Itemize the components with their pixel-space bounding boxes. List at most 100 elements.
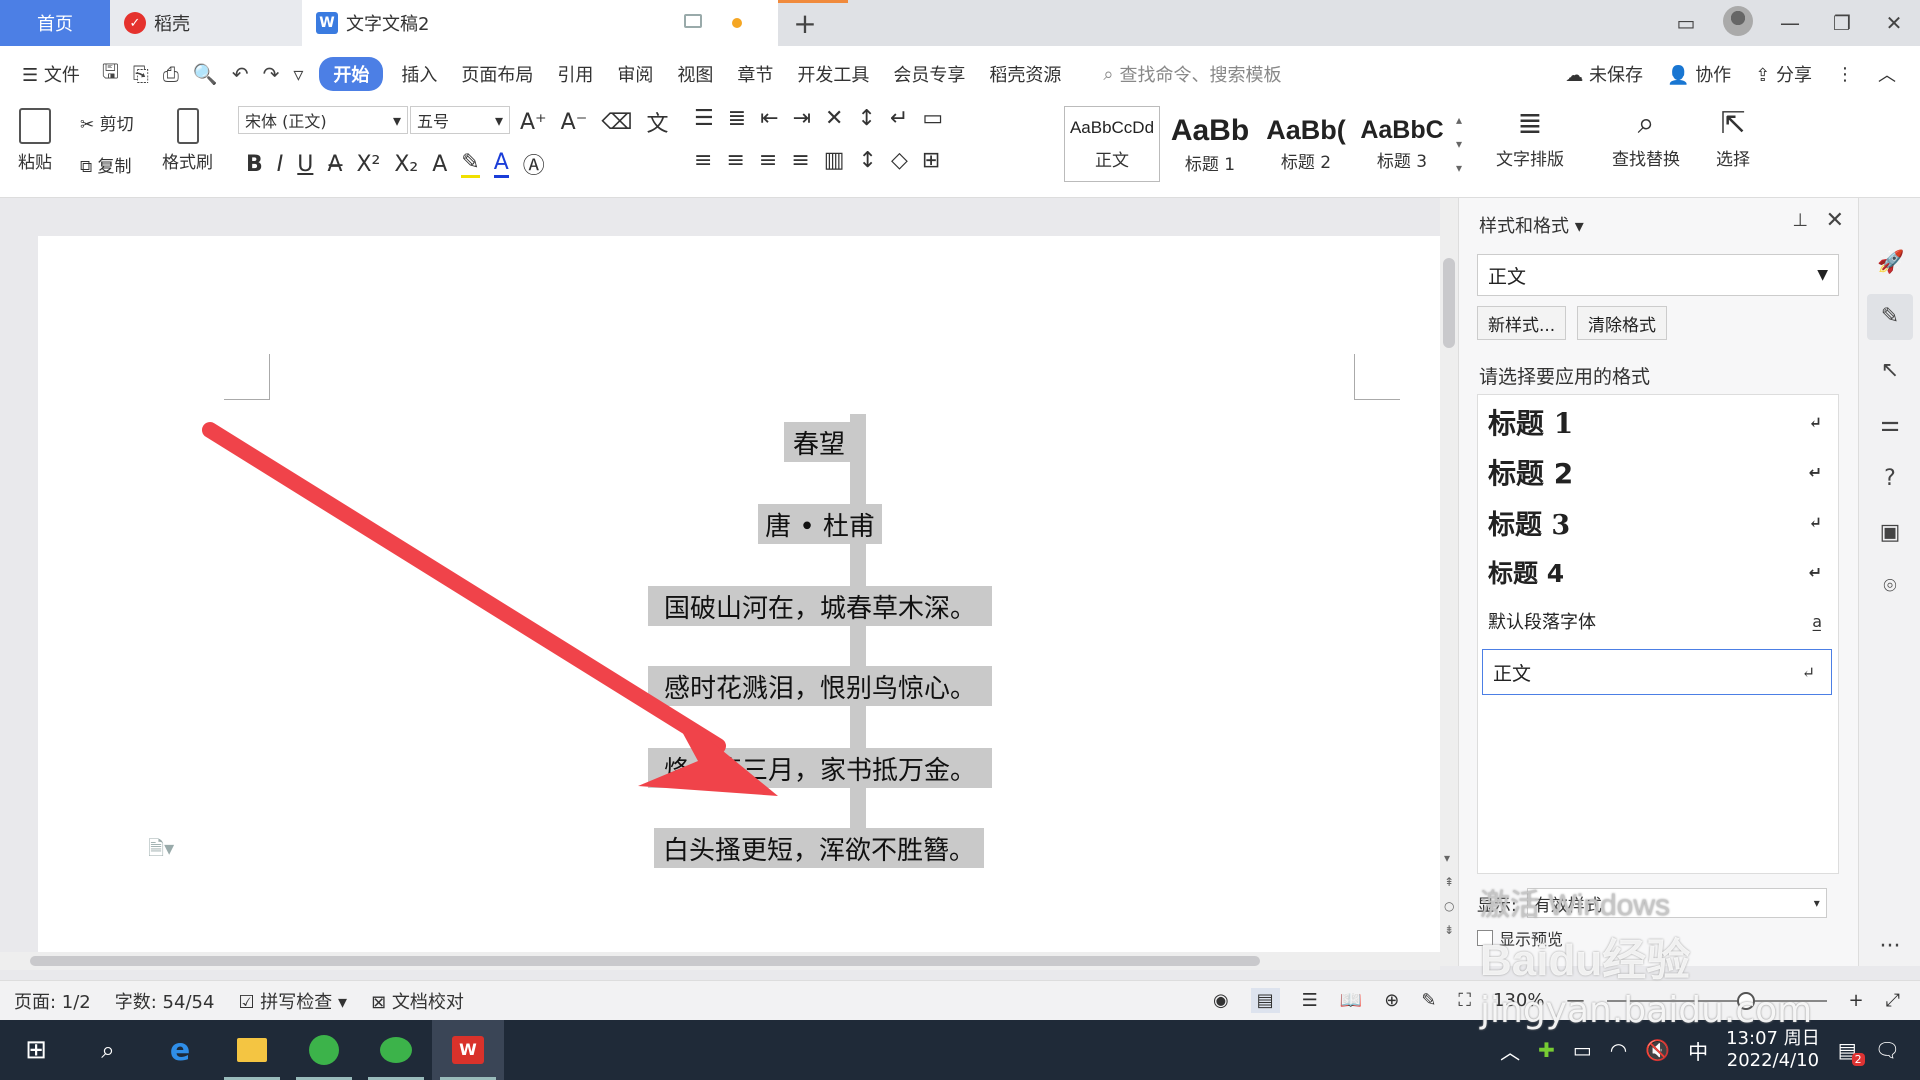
shading-icon[interactable]: ◇ [891, 148, 908, 173]
format-painter-button[interactable]: 格式刷 [162, 108, 213, 173]
taskbar-wps[interactable]: W [432, 1020, 504, 1080]
eye-protection-icon[interactable]: ◉ [1213, 990, 1229, 1011]
style-heading-2[interactable]: AaBb( 标题 2 [1258, 106, 1354, 182]
style-item-normal[interactable]: 正文 ↵ [1482, 649, 1832, 695]
spell-check-button[interactable]: ☑ 拼写检查 ▾ [238, 988, 347, 1014]
cut-button[interactable]: ✂ 剪切 [80, 110, 134, 135]
font-size-select[interactable]: 五号 ▾ [410, 106, 510, 134]
line-spacing-icon[interactable]: ↕ [859, 148, 877, 173]
tab-document[interactable]: W 文字文稿2 [302, 0, 778, 46]
panel-title[interactable]: 样式和格式 ▾ [1479, 212, 1584, 238]
collab-button[interactable]: 👤 协作 [1667, 61, 1731, 87]
new-style-button[interactable]: 新样式... [1477, 306, 1567, 340]
pin-icon[interactable]: ⊥ [1792, 210, 1808, 231]
style-heading-1[interactable]: AaBb 标题 1 [1162, 106, 1258, 182]
taskbar-ie[interactable]: e [144, 1020, 216, 1080]
subscript-icon[interactable]: X₂ [394, 152, 418, 177]
style-heading-3[interactable]: AaBbC 标题 3 [1354, 106, 1450, 182]
tab-member[interactable]: 会员专享 [881, 61, 977, 87]
paste-button[interactable]: 粘贴 [18, 108, 52, 173]
print-icon[interactable]: ⎙ [163, 62, 179, 86]
tab-start[interactable]: 开始 [319, 57, 384, 91]
text-effect-icon[interactable]: A [432, 152, 447, 177]
close-icon[interactable]: ✕ [1826, 208, 1844, 233]
find-replace-button[interactable]: ⌕ 查找替换 [1612, 106, 1680, 170]
file-menu[interactable]: ☰ 文件 [0, 61, 92, 87]
restore-button[interactable]: ❐ [1816, 11, 1868, 35]
proofread-button[interactable]: ⊠ 文档校对 [371, 988, 464, 1014]
style-normal[interactable]: AaBbCcDd 正文 [1064, 106, 1160, 182]
taskbar-explorer[interactable] [216, 1020, 288, 1080]
grow-font-icon[interactable]: A⁺ [520, 110, 547, 135]
horizontal-scroll-thumb[interactable] [30, 956, 1260, 966]
tab-review[interactable]: 审阅 [605, 61, 665, 87]
borders-icon[interactable]: ⊞ [922, 148, 940, 173]
tab-developer[interactable]: 开发工具 [785, 61, 881, 87]
page-count[interactable]: 页面: 1/2 [14, 988, 91, 1014]
tab-home[interactable]: 首页 [0, 0, 110, 46]
ime-indicator[interactable]: 中 [1688, 1036, 1708, 1065]
tab-reference[interactable]: 引用 [545, 61, 605, 87]
phonetic-icon[interactable]: 文 [646, 106, 668, 138]
styles-scroll[interactable]: ▴ ▾ ▾ [1456, 108, 1462, 180]
sliders-icon[interactable]: ⚌ [1877, 412, 1903, 438]
export-icon[interactable]: ⎘ [133, 62, 149, 86]
align-left-icon[interactable]: ≡ [694, 148, 712, 173]
redo-icon[interactable]: ↷ [263, 62, 280, 86]
scroll-buttons[interactable]: ▾ ⇞ ○ ⇟ [1444, 846, 1454, 942]
fit-page-icon[interactable]: ⛶ [1458, 990, 1471, 1011]
zoom-in-button[interactable]: + [1849, 990, 1864, 1011]
strikethrough-icon[interactable]: A̶ [327, 152, 342, 177]
page-view-icon[interactable]: ▤ [1250, 988, 1280, 1013]
more-icon[interactable]: ··· [1877, 934, 1903, 960]
vertical-scroll-thumb[interactable] [1443, 258, 1455, 348]
text-layout-button[interactable]: ≣ 文字排版 [1496, 106, 1564, 170]
align-center-icon[interactable]: ≡ [726, 148, 744, 173]
bold-icon[interactable]: B [246, 152, 263, 177]
style-item-default-font[interactable]: 默认段落字体 a̲ [1478, 601, 1838, 641]
taskbar-browser[interactable] [288, 1020, 360, 1080]
web-view-icon[interactable]: ⊕ [1384, 990, 1399, 1011]
bullet-list-icon[interactable]: ☰ [694, 106, 714, 131]
tab-ruler-icon[interactable]: ▭ [922, 106, 943, 131]
highlight-icon[interactable]: ✎ [461, 150, 480, 178]
numbered-list-icon[interactable]: ≣ [728, 106, 746, 131]
tab-view[interactable]: 视图 [665, 61, 725, 87]
tray-expand-icon[interactable]: ︿ [1500, 1036, 1520, 1065]
sort-icon[interactable]: ↕ [857, 106, 875, 131]
collapse-ribbon-icon[interactable]: ︿ [1878, 61, 1896, 87]
taskbar-wechat[interactable] [360, 1020, 432, 1080]
tab-insert[interactable]: 插入 [389, 61, 449, 87]
tab-chapter[interactable]: 章节 [725, 61, 785, 87]
shrink-font-icon[interactable]: A⁻ [561, 110, 588, 135]
layout-icon[interactable]: ▭ [1660, 11, 1712, 35]
decrease-indent-icon[interactable]: ⇤ [760, 106, 778, 131]
eraser-icon[interactable]: ⌫ [601, 110, 632, 135]
vertical-scrollbar[interactable]: ▾ ⇞ ○ ⇟ [1440, 198, 1458, 966]
rocket-icon[interactable]: 🚀 [1877, 250, 1904, 276]
underline-icon[interactable]: U [297, 152, 313, 177]
pen-icon[interactable]: ✎ [1877, 304, 1903, 330]
style-item-heading-3[interactable]: 标题 3 ↵ [1478, 499, 1838, 545]
increase-indent-icon[interactable]: ⇥ [793, 106, 811, 131]
italic-icon[interactable]: I [277, 152, 284, 177]
show-marks-icon[interactable]: ↵ [890, 106, 908, 131]
search-button[interactable]: ⌕ [72, 1020, 144, 1080]
write-view-icon[interactable]: ✎ [1421, 990, 1436, 1011]
help-icon[interactable]: ? [1877, 466, 1903, 492]
horizontal-scrollbar[interactable] [0, 952, 1440, 970]
current-style-select[interactable]: 正文 ▼ [1477, 254, 1839, 296]
action-center-icon[interactable]: 🗨 [1875, 1038, 1900, 1062]
chinese-layout-icon[interactable]: ✕ [825, 106, 843, 131]
fullscreen-icon[interactable]: ⤢ [1886, 990, 1900, 1011]
undo-icon[interactable]: ↶ [232, 62, 249, 86]
cursor-icon[interactable]: ↖ [1877, 358, 1903, 384]
tab-daoke-resources[interactable]: 稻壳资源 [977, 61, 1073, 87]
word-count[interactable]: 字数: 54/54 [115, 988, 215, 1014]
align-right-icon[interactable]: ≡ [759, 148, 777, 173]
print-preview-icon[interactable]: 🔍 [193, 62, 218, 86]
style-item-heading-1[interactable]: 标题 1 ↵ [1478, 399, 1838, 445]
more-options-icon[interactable]: ⋮ [1836, 64, 1854, 85]
unsaved-button[interactable]: ☁ 未保存 [1565, 61, 1643, 87]
save-icon[interactable]: 🖫 [102, 57, 119, 91]
